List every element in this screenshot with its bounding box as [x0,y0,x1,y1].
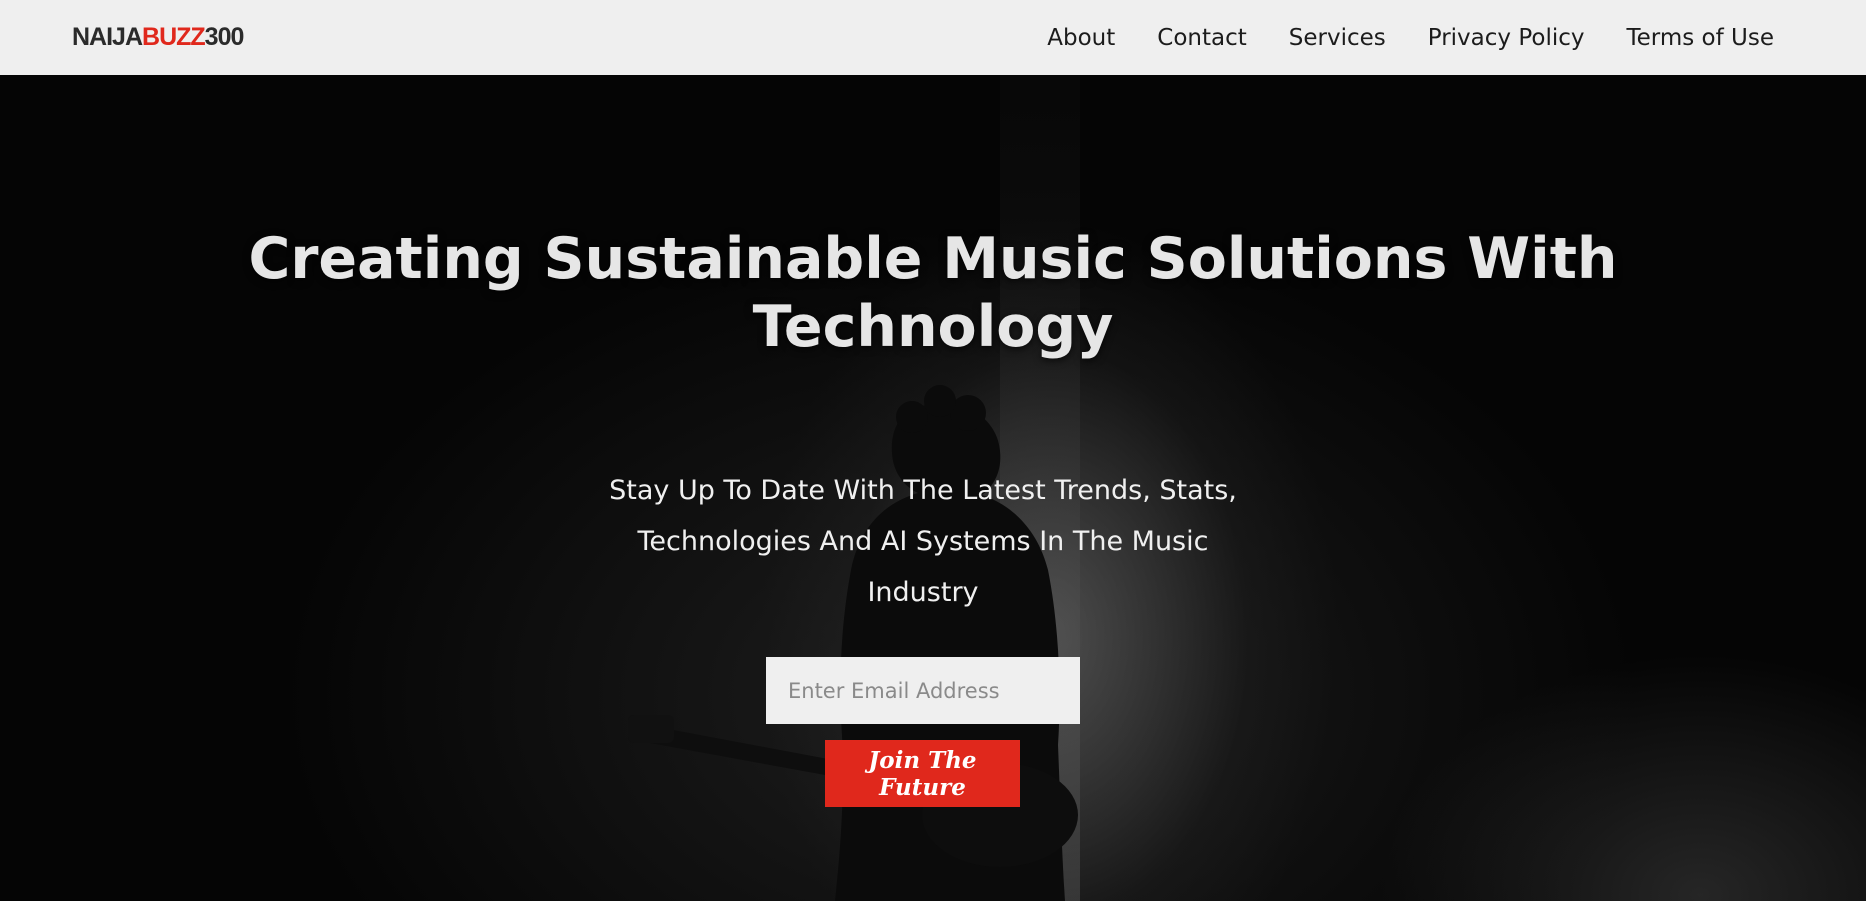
nav-link-services[interactable]: Services [1289,25,1386,51]
nav-link-contact[interactable]: Contact [1157,25,1246,51]
logo-part-naija: NAIJA [72,23,143,51]
main-nav: About Contact Services Privacy Policy Te… [1047,25,1774,51]
nav-link-about[interactable]: About [1047,25,1115,51]
join-the-future-button[interactable]: Join The Future [825,740,1020,807]
logo-part-number: 300 [204,23,245,51]
site-logo[interactable]: NAIJA BUZZ 300 [72,23,245,52]
hero-section: Creating Sustainable Music Solutions Wit… [0,75,1866,901]
hero-title: Creating Sustainable Music Solutions Wit… [248,226,1618,360]
site-header: NAIJA BUZZ 300 About Contact Services Priv… [0,0,1866,75]
email-input[interactable] [766,657,1080,724]
nav-link-terms-of-use[interactable]: Terms of Use [1627,25,1775,51]
nav-link-privacy-policy[interactable]: Privacy Policy [1428,25,1585,51]
hero-subtitle: Stay Up To Date With The Latest Trends, … [609,475,1237,608]
logo-part-buzz: BUZZ [142,23,206,51]
